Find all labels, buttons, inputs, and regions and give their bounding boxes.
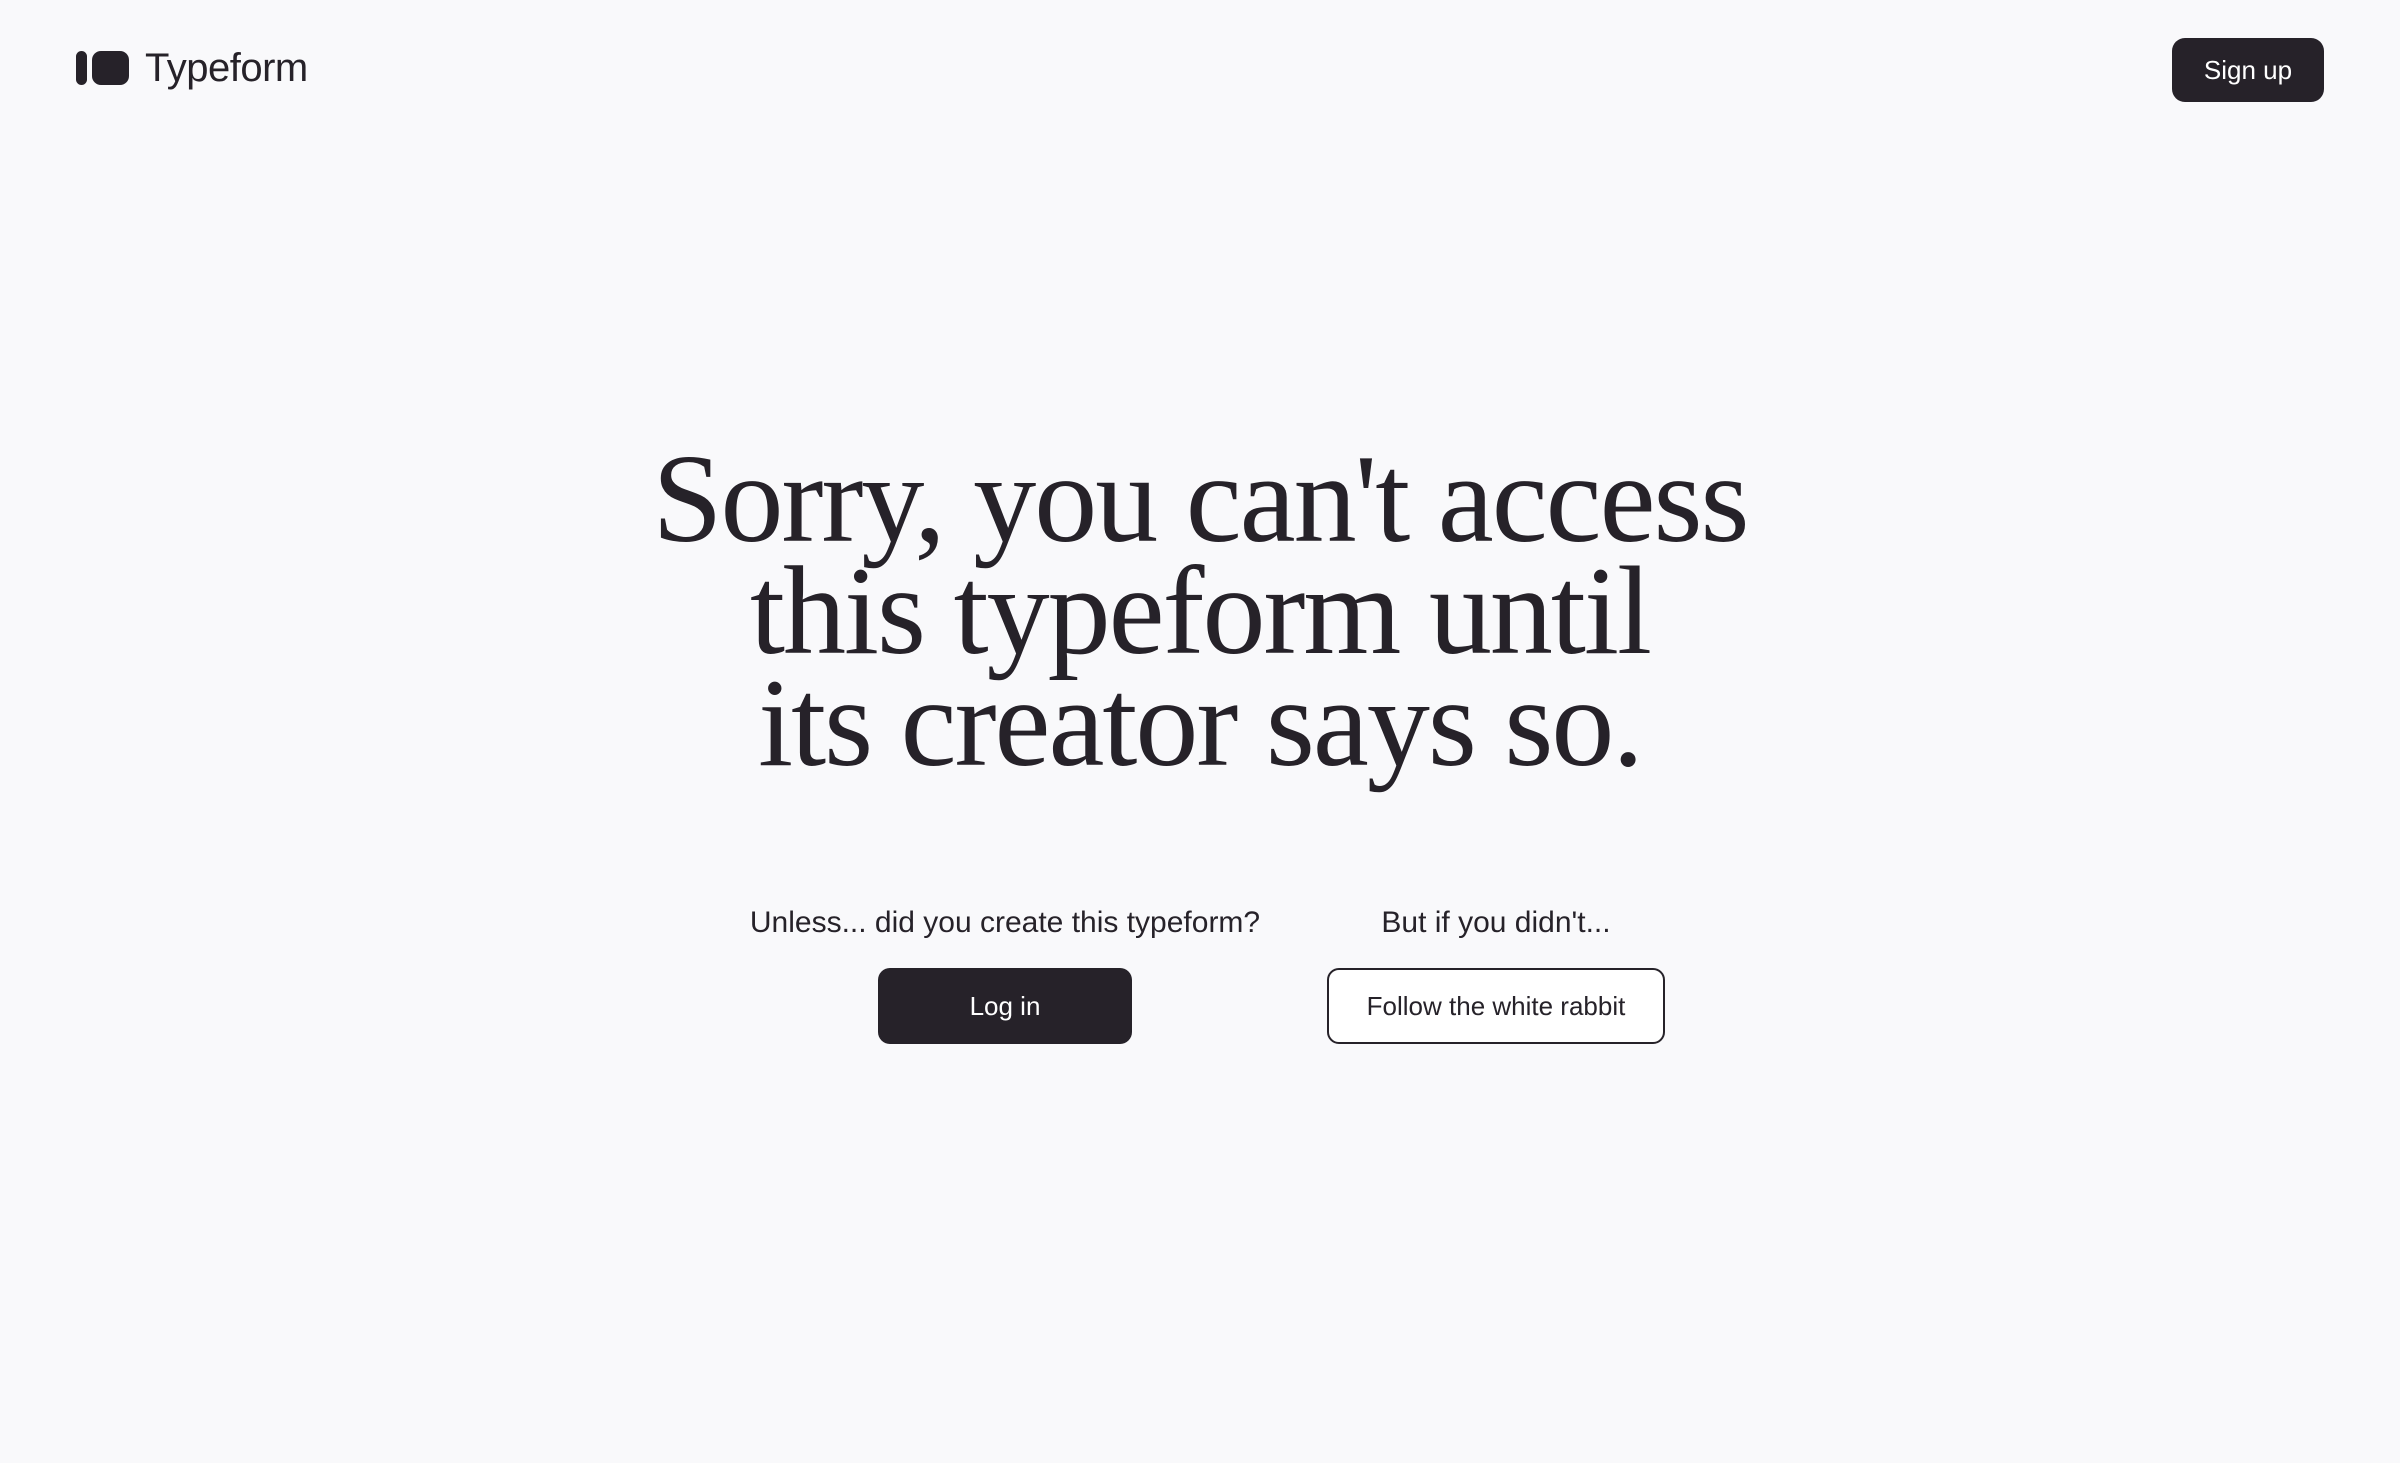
sign-up-button[interactable]: Sign up bbox=[2172, 38, 2324, 102]
visitor-section: But if you didn't... Follow the white ra… bbox=[1296, 900, 1696, 1044]
headline-line-3: its creator says so. bbox=[758, 654, 1644, 793]
visitor-prompt: But if you didn't... bbox=[1381, 906, 1611, 939]
creator-section: Unless... did you create this typeform? … bbox=[705, 900, 1305, 1044]
page-title: Sorry, you can't access this typeform un… bbox=[500, 430, 1900, 793]
typeform-logo-icon bbox=[76, 50, 129, 86]
typeform-logo[interactable]: Typeform bbox=[76, 42, 308, 94]
creator-prompt: Unless... did you create this typeform? bbox=[749, 906, 1261, 939]
log-in-button[interactable]: Log in bbox=[878, 968, 1132, 1044]
top-bar: Typeform Sign up bbox=[0, 0, 2400, 140]
follow-white-rabbit-button[interactable]: Follow the white rabbit bbox=[1327, 968, 1665, 1044]
headline-line-2: this typeform until bbox=[750, 542, 1652, 681]
brand-name: Typeform bbox=[145, 46, 308, 90]
headline-line-1: Sorry, you can't access bbox=[652, 430, 1749, 569]
